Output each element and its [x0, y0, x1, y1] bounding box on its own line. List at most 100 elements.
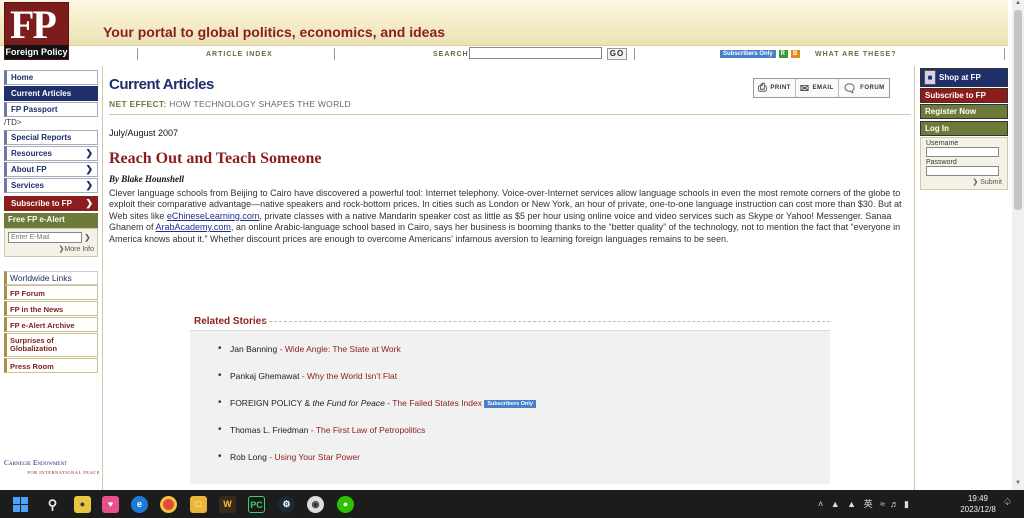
- username-label: Username: [926, 140, 959, 147]
- worldwide-links-image[interactable]: Worldwide Links: [4, 271, 98, 285]
- system-tray[interactable]: ˄ ▲ ▲ 英 ≈ ♬ ▮: [818, 497, 909, 510]
- app-icon[interactable]: ♥: [102, 496, 119, 513]
- carnegie-name: Carnegie Endowment: [4, 458, 68, 467]
- shop-button[interactable]: ■ Shop at FP: [920, 68, 1008, 87]
- subscribers-only-badge: Subscribers Only: [720, 50, 776, 58]
- list-item[interactable]: Rob Long - Using Your Star Power: [218, 451, 360, 462]
- nav-special-reports[interactable]: Special Reports: [4, 130, 98, 145]
- divider: [264, 321, 830, 322]
- windows-start-icon[interactable]: [12, 496, 29, 513]
- forum-button[interactable]: 🗨 FORUM: [839, 79, 889, 97]
- site-tagline: Your portal to global politics, economic…: [103, 24, 446, 40]
- divider: [109, 114, 911, 115]
- section-description: HOW TECHNOLOGY SHAPES THE WORLD: [169, 99, 351, 109]
- vertical-scrollbar[interactable]: ▲ ▼: [1012, 0, 1024, 490]
- nav-fp-passport[interactable]: FP Passport: [4, 102, 98, 117]
- nav-label: Special Reports: [11, 133, 72, 142]
- nav-resources[interactable]: Resources ❯: [4, 146, 98, 161]
- link-surprises-of-globalization[interactable]: Surprises of Globalization: [4, 333, 98, 357]
- more-info-label: More Info: [64, 246, 94, 253]
- link-fp-ealert-archive[interactable]: FP e-Alert Archive: [4, 317, 98, 332]
- print-button[interactable]: ⎙ PRINT: [754, 79, 796, 97]
- app-icon[interactable]: ◉: [307, 496, 324, 513]
- email-field[interactable]: [8, 232, 82, 243]
- article-byline: By Blake Hounshell: [109, 174, 185, 184]
- link-fp-in-the-news[interactable]: FP in the News: [4, 301, 98, 316]
- email-label: EMAIL: [812, 85, 834, 91]
- subscribers-only-badge: Subscribers Only: [484, 400, 536, 408]
- badge-b: B: [790, 50, 801, 58]
- story-author: FOREIGN POLICY &: [230, 398, 313, 408]
- register-button[interactable]: Register Now: [920, 104, 1008, 119]
- wechat-icon[interactable]: ●: [337, 496, 354, 513]
- submit-label: Submit: [980, 179, 1002, 186]
- story-title: Using Your Star Power: [274, 452, 360, 462]
- steam-icon[interactable]: ⚙: [278, 496, 295, 513]
- clock[interactable]: 19:49 2023/12/8: [958, 493, 998, 515]
- related-stories: Related Stories Jan Banning - Wide Angle…: [190, 316, 830, 484]
- edge-browser-icon[interactable]: e: [131, 496, 148, 513]
- scroll-thumb[interactable]: [1014, 10, 1022, 210]
- story-author-em: the Fund for Peace: [312, 398, 385, 408]
- list-item[interactable]: Thomas L. Friedman - The First Law of Pe…: [218, 424, 425, 435]
- shop-label: Shop at FP: [939, 73, 981, 82]
- chevron-right-icon: ❯: [85, 180, 93, 190]
- story-author: Rob Long: [230, 452, 267, 462]
- search-input[interactable]: [469, 47, 602, 59]
- right-sidebar: ■ Shop at FP Subscribe to FP Register No…: [920, 68, 1008, 190]
- nav-divider: [1004, 48, 1005, 60]
- echineselearning-link[interactable]: eChineseLearning.com: [167, 211, 260, 221]
- nav-divider: [137, 48, 138, 60]
- story-author: Jan Banning: [230, 344, 278, 354]
- input-method-indicator[interactable]: 英: [864, 499, 873, 509]
- column-divider: [102, 66, 103, 496]
- story-author: Pankaj Ghemawat: [230, 371, 300, 381]
- carnegie-logo[interactable]: Carnegie Endowment FOR INTERNATIONAL PEA…: [4, 458, 100, 475]
- story-title: Why the World Isn’t Flat: [307, 371, 398, 381]
- link-fp-forum[interactable]: FP Forum: [4, 285, 98, 300]
- password-field[interactable]: [926, 166, 999, 176]
- nav-label: Subscribe to FP: [11, 199, 72, 208]
- scroll-up-icon[interactable]: ▲: [1012, 0, 1024, 10]
- subscribe-button[interactable]: Subscribe to FP: [920, 88, 1008, 103]
- go-button[interactable]: GO: [607, 48, 627, 60]
- arabacademy-link[interactable]: ArabAcademy.com: [156, 222, 231, 232]
- pycharm-icon[interactable]: PC: [248, 496, 265, 513]
- what-are-these-link[interactable]: WHAT ARE THESE?: [815, 51, 897, 58]
- nav-services[interactable]: Services ❯: [4, 178, 98, 193]
- article-body: Clever language schools from Beijing to …: [109, 188, 911, 245]
- nav-subscribe[interactable]: Subscribe to FP ❯: [4, 196, 98, 211]
- nav-home[interactable]: Home: [4, 70, 98, 85]
- notification-bell-icon[interactable]: ♤: [1003, 497, 1012, 508]
- badge-r: R: [778, 50, 788, 58]
- article-tools: ⎙ PRINT ✉ EMAIL 🗨 FORUM: [753, 78, 890, 98]
- submit-button[interactable]: ❯ Submit: [926, 178, 1002, 186]
- app-icon[interactable]: W: [219, 496, 236, 513]
- more-info-link[interactable]: ❯More Info: [8, 245, 94, 253]
- search-icon[interactable]: ⚲: [44, 496, 61, 513]
- nav-about-fp[interactable]: About FP ❯: [4, 162, 98, 177]
- app-icon[interactable]: ●: [74, 496, 91, 513]
- nav-label: Services: [11, 181, 44, 190]
- top-navbar: ARTICLE INDEX SEARCH GO Subscribers Only…: [0, 47, 1008, 62]
- nav-label: Resources: [11, 149, 52, 158]
- chevron-right-icon[interactable]: ❯: [84, 233, 91, 242]
- article-index-link[interactable]: ARTICLE INDEX: [206, 51, 273, 58]
- ealert-title: Free FP e-Alert: [4, 213, 98, 228]
- print-label: PRINT: [770, 85, 791, 91]
- envelope-icon: ✉: [799, 82, 810, 95]
- file-explorer-icon[interactable]: □: [190, 496, 207, 513]
- email-button[interactable]: ✉ EMAIL: [796, 79, 839, 97]
- carnegie-subtitle: FOR INTERNATIONAL PEACE: [27, 470, 100, 475]
- list-item[interactable]: Pankaj Ghemawat - Why the World Isn’t Fl…: [218, 370, 398, 381]
- chrome-browser-icon[interactable]: [160, 496, 177, 513]
- section-heading: NET EFFECT: HOW TECHNOLOGY SHAPES THE WO…: [109, 99, 911, 109]
- scroll-down-icon[interactable]: ▼: [1012, 480, 1024, 490]
- windows-taskbar: ⚲ ● ♥ e □ W PC ⚙ ◉ ● ˄ ▲ ▲ 英 ≈ ♬ ▮ 19:49…: [0, 490, 1024, 518]
- link-press-room[interactable]: Press Room: [4, 358, 98, 373]
- list-item[interactable]: Jan Banning - Wide Angle: The State at W…: [218, 343, 401, 354]
- list-item[interactable]: FOREIGN POLICY & the Fund for Peace - Th…: [218, 397, 536, 408]
- username-field[interactable]: [926, 147, 999, 157]
- clock-time: 19:49: [967, 494, 989, 503]
- nav-current-articles[interactable]: Current Articles: [4, 86, 98, 101]
